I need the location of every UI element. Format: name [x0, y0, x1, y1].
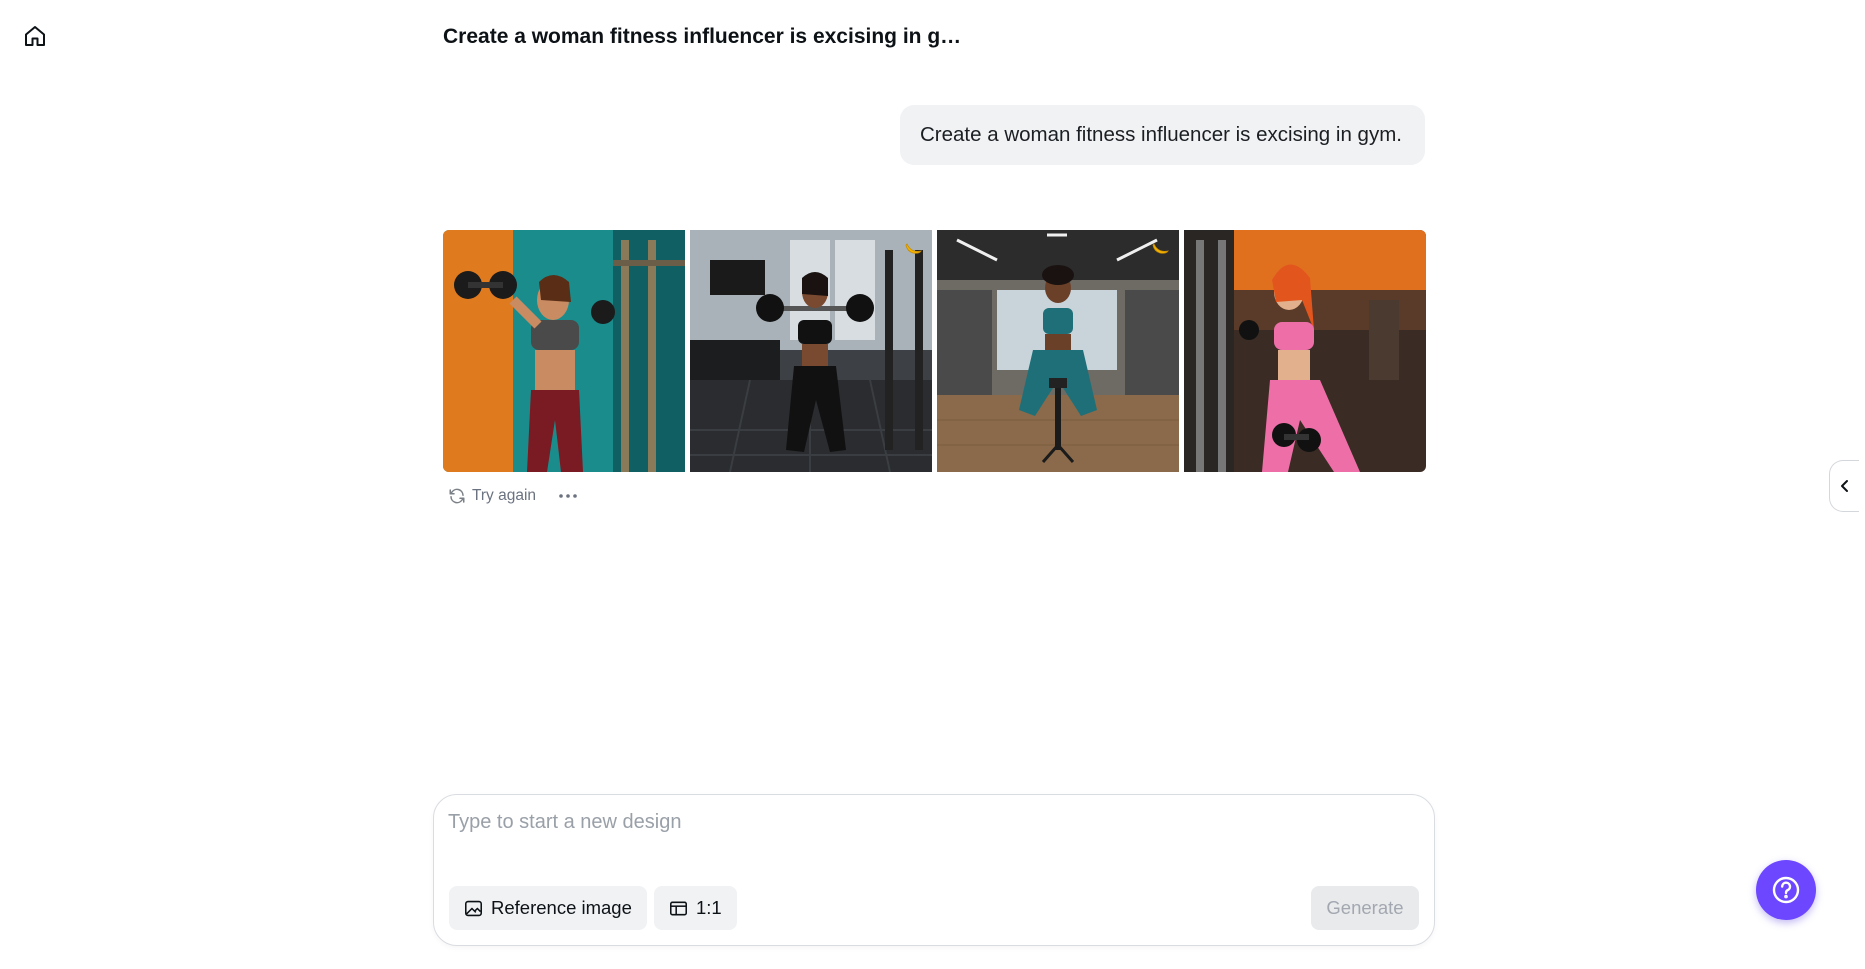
refresh-icon	[449, 488, 465, 504]
ellipsis-icon	[559, 494, 577, 498]
more-options-button[interactable]	[554, 484, 582, 508]
banana-badge-icon	[904, 240, 924, 256]
generated-images-grid	[443, 230, 1426, 472]
help-icon	[1772, 876, 1800, 904]
generated-image-1[interactable]	[443, 230, 685, 472]
generated-image-3[interactable]	[937, 230, 1179, 472]
banana-badge-icon	[1151, 240, 1171, 256]
prompt-input[interactable]	[448, 811, 1408, 851]
aspect-ratio-button[interactable]: 1:1	[654, 886, 737, 930]
home-icon	[25, 26, 45, 46]
generated-image-4[interactable]	[1184, 230, 1426, 472]
try-again-label: Try again	[472, 487, 537, 504]
image-thumbnail	[690, 230, 932, 472]
generated-image-2[interactable]	[690, 230, 932, 472]
image-thumbnail	[443, 230, 685, 472]
generate-button[interactable]: Generate	[1311, 886, 1419, 930]
side-panel-toggle[interactable]	[1829, 460, 1859, 512]
reference-image-button[interactable]: Reference image	[449, 886, 647, 930]
reference-image-label: Reference image	[491, 897, 632, 918]
image-thumbnail	[937, 230, 1179, 472]
aspect-ratio-icon	[670, 901, 687, 915]
prompt-composer: Reference image 1:1 Generate	[433, 794, 1435, 946]
result-actions: Try again	[448, 484, 582, 508]
chevron-left-icon	[1840, 480, 1848, 492]
user-prompt-bubble: Create a woman fitness influencer is exc…	[900, 105, 1425, 165]
help-button[interactable]	[1756, 860, 1816, 920]
aspect-ratio-label: 1:1	[696, 897, 722, 918]
image-thumbnail	[1184, 230, 1426, 472]
image-icon	[465, 900, 482, 916]
try-again-button[interactable]: Try again	[448, 487, 536, 505]
page-title: Create a woman fitness influencer is exc…	[443, 25, 962, 48]
home-button[interactable]	[22, 23, 48, 49]
